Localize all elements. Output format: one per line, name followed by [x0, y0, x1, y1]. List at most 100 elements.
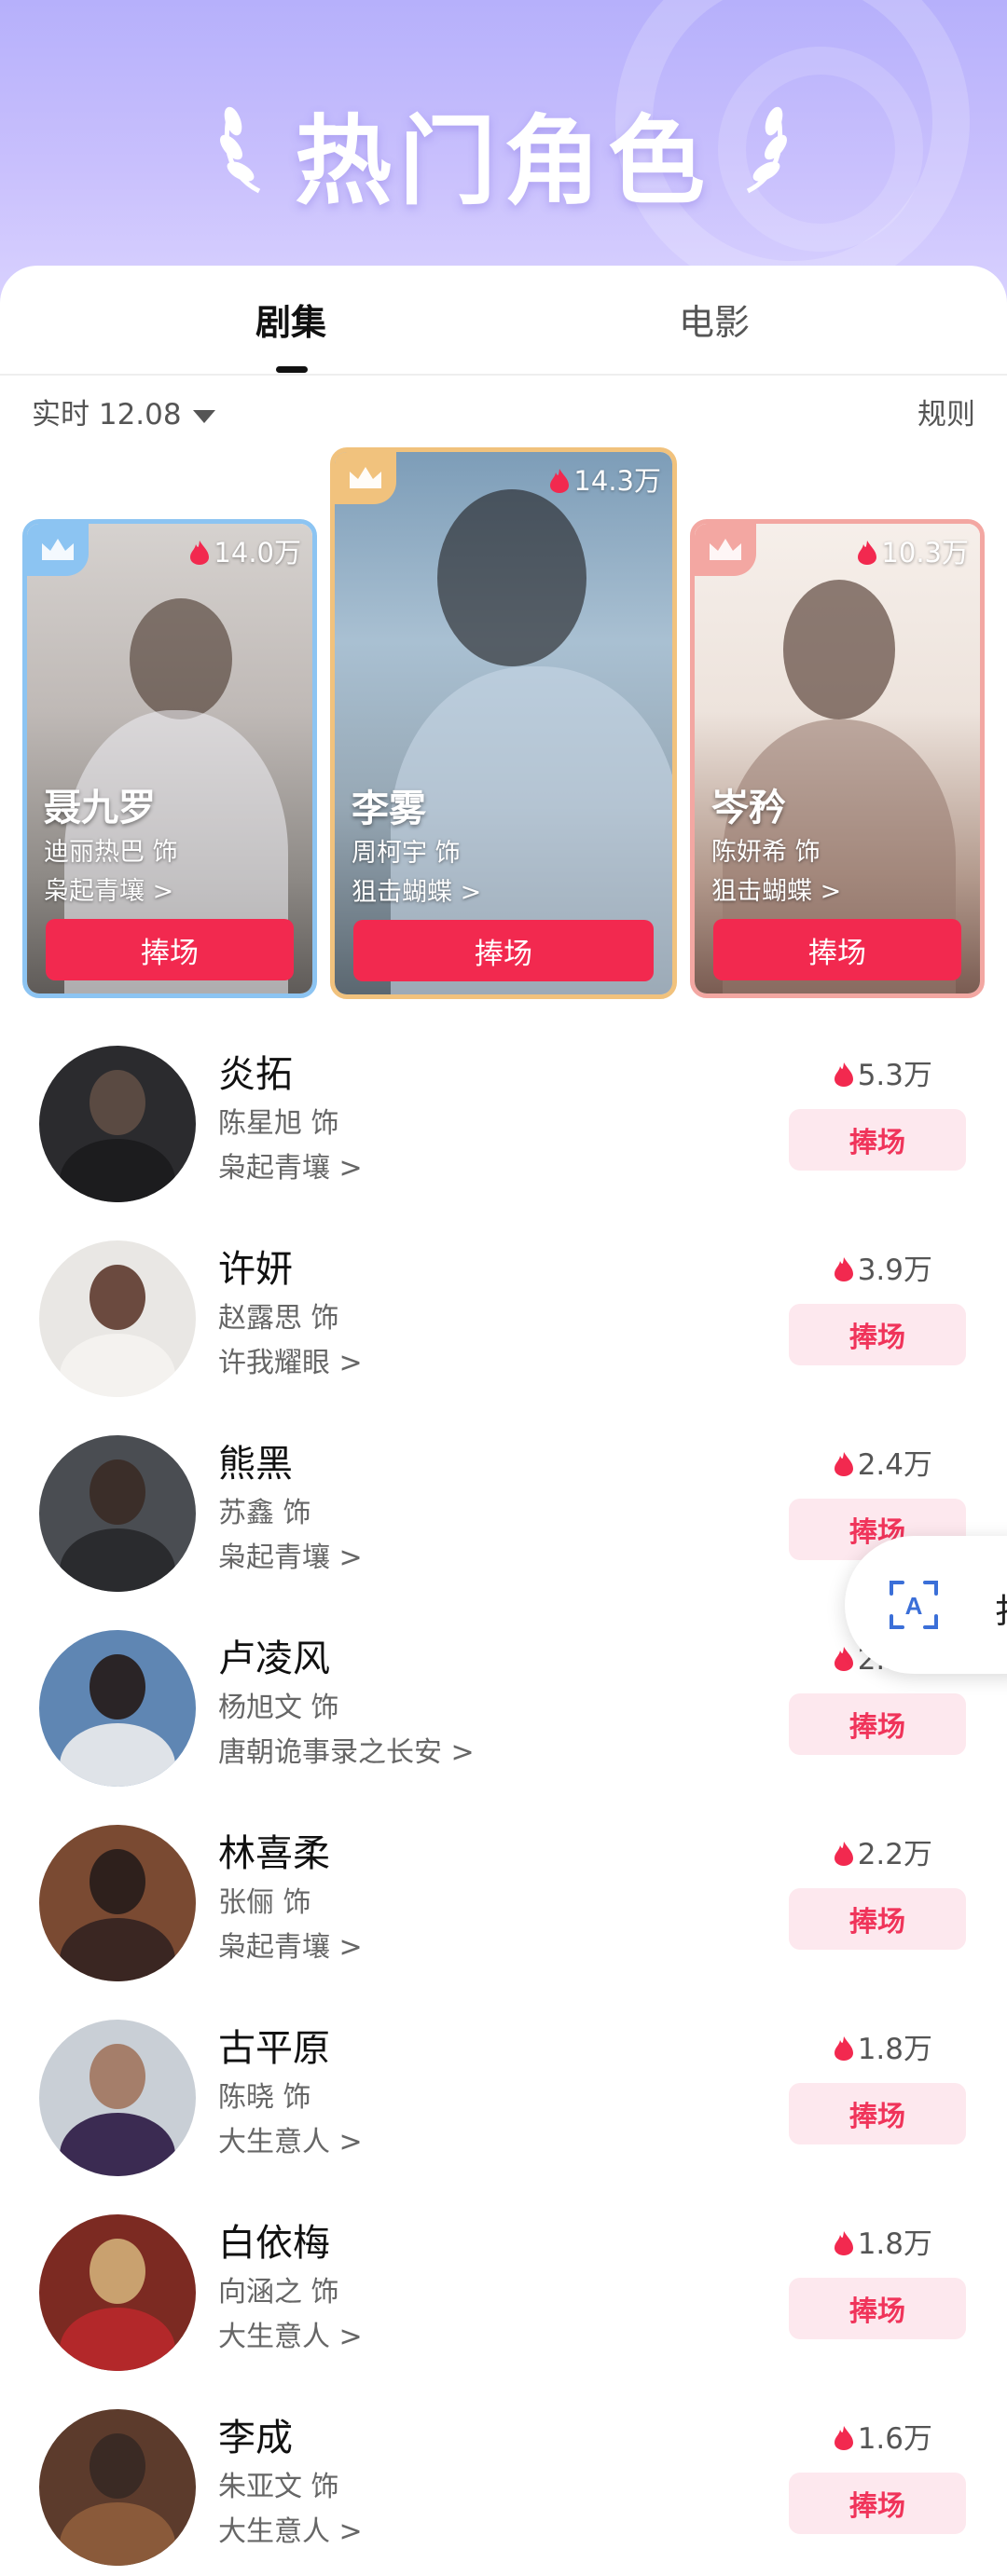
support-button[interactable]: 捧场 — [789, 2473, 966, 2534]
character-photo — [335, 452, 672, 994]
support-button[interactable]: 捧场 — [353, 920, 654, 981]
flame-icon — [834, 1647, 853, 1671]
crown-icon — [42, 539, 74, 560]
actor-name: 陈星旭 饰 — [218, 1107, 339, 1140]
character-name: 李雾 — [352, 788, 426, 830]
show-link[interactable]: 大生意人 > — [218, 2508, 363, 2549]
active-tab-indicator — [276, 366, 308, 373]
floating-translate-button[interactable]: A 扌 — [845, 1536, 1007, 1674]
actor-name: 周柯宇 饰 — [352, 839, 461, 868]
avatar — [39, 1240, 196, 1397]
heat-count: 10.3万 — [857, 531, 969, 570]
character-name: 熊黑 — [218, 1443, 293, 1486]
flame-icon — [834, 1062, 853, 1087]
character-name: 林喜柔 — [218, 1832, 330, 1875]
character-name: 炎拓 — [218, 1053, 293, 1096]
list-item[interactable]: 李成 朱亚文 饰 大生意人 > 1.6万 捧场 — [0, 2396, 1007, 2576]
character-name: 聂九罗 — [44, 787, 156, 829]
support-button[interactable]: 捧场 — [789, 2083, 966, 2144]
show-link[interactable]: 枭起青壤 > — [44, 870, 173, 907]
top-card-rank-1[interactable]: 14.3万 李雾 周柯宇 饰 狙击蝴蝶 > 捧场 — [330, 447, 677, 999]
support-button[interactable]: 捧场 — [46, 919, 294, 980]
list-item[interactable]: 炎拓 陈星旭 饰 枭起青壤 > 5.3万 捧场 — [0, 1033, 1007, 1227]
content-panel: 剧集 电影 实时 12.08 规则 14.0万 聂九罗 迪丽热巴 饰 枭起青壤 … — [0, 266, 1007, 2576]
flame-icon — [834, 2036, 853, 2061]
flame-icon — [834, 2426, 853, 2450]
list-item[interactable]: 古平原 陈晓 饰 大生意人 > 1.8万 捧场 — [0, 2007, 1007, 2201]
character-name: 李成 — [218, 2417, 293, 2460]
show-link[interactable]: 大生意人 > — [218, 2118, 363, 2159]
time-filter-label: 实时 12.08 — [32, 398, 182, 432]
crown-icon — [710, 539, 741, 560]
actor-name: 向涵之 饰 — [218, 2276, 339, 2309]
svg-text:A: A — [905, 1592, 923, 1620]
actor-name: 张俪 饰 — [218, 1886, 311, 1919]
crown-icon — [350, 467, 381, 488]
flame-icon — [834, 1842, 853, 1866]
avatar — [39, 1046, 196, 1202]
support-button[interactable]: 捧场 — [789, 2278, 966, 2339]
tab-bar: 剧集 电影 — [0, 266, 1007, 376]
heat-count: 2.4万 — [834, 1441, 932, 1483]
avatar — [39, 1825, 196, 1981]
crown-badge — [27, 524, 89, 576]
banner: 热门角色 — [0, 0, 1007, 308]
list-item[interactable]: 许妍 赵露思 饰 许我耀眼 > 3.9万 捧场 — [0, 1227, 1007, 1422]
caret-down-icon — [192, 409, 215, 423]
show-link[interactable]: 枭起青壤 > — [218, 1534, 363, 1575]
heat-count: 1.8万 — [834, 2220, 932, 2262]
top-card-rank-3[interactable]: 10.3万 岑矜 陈妍希 饰 狙击蝴蝶 > 捧场 — [690, 519, 985, 998]
list-item[interactable]: 林喜柔 张俪 饰 枭起青壤 > 2.2万 捧场 — [0, 1812, 1007, 2007]
support-button[interactable]: 捧场 — [789, 1109, 966, 1171]
character-name: 岑矜 — [711, 787, 786, 829]
avatar — [39, 1435, 196, 1592]
list-item[interactable]: 卢凌风 杨旭文 饰 唐朝诡事录之长安 > 2.3万 捧场 — [0, 1617, 1007, 1812]
tab-series[interactable]: 剧集 — [255, 294, 326, 345]
heat-count: 14.0万 — [189, 531, 301, 570]
laurel-icon — [746, 106, 787, 194]
flame-icon — [858, 541, 877, 565]
heat-count: 3.9万 — [834, 1246, 932, 1288]
show-link[interactable]: 大生意人 > — [218, 2313, 363, 2354]
actor-name: 陈晓 饰 — [218, 2081, 311, 2114]
character-name: 卢凌风 — [218, 1637, 330, 1680]
support-button[interactable]: 捧场 — [789, 1304, 966, 1365]
show-link[interactable]: 唐朝诡事录之长安 > — [218, 1729, 475, 1770]
actor-name: 陈妍希 饰 — [711, 838, 821, 867]
actor-name: 苏鑫 饰 — [218, 1497, 311, 1529]
banner-title: 热门角色 — [294, 104, 712, 218]
crown-badge — [695, 524, 756, 576]
actor-name: 朱亚文 饰 — [218, 2471, 339, 2503]
heat-count: 1.6万 — [834, 2415, 932, 2457]
heat-count: 2.2万 — [834, 1830, 932, 1872]
actor-name: 赵露思 饰 — [218, 1302, 339, 1335]
support-button[interactable]: 捧场 — [789, 1693, 966, 1755]
character-name: 古平原 — [218, 2027, 330, 2070]
flame-icon — [834, 1452, 853, 1476]
heat-count: 1.8万 — [834, 2025, 932, 2067]
heat-count: 5.3万 — [834, 1051, 932, 1093]
translate-icon: A — [890, 1581, 938, 1629]
flame-icon — [190, 541, 210, 565]
avatar — [39, 2409, 196, 2566]
show-link[interactable]: 枭起青壤 > — [218, 1144, 363, 1185]
time-filter-dropdown[interactable]: 实时 12.08 — [32, 391, 215, 432]
avatar — [39, 1630, 196, 1787]
support-button[interactable]: 捧场 — [789, 1888, 966, 1950]
flame-icon — [834, 2231, 853, 2255]
top-card-rank-2[interactable]: 14.0万 聂九罗 迪丽热巴 饰 枭起青壤 > 捧场 — [22, 519, 317, 998]
flame-icon — [550, 469, 570, 493]
show-link[interactable]: 狙击蝴蝶 > — [352, 871, 481, 908]
actor-name: 迪丽热巴 饰 — [44, 838, 178, 867]
support-button[interactable]: 捧场 — [713, 919, 961, 980]
flame-icon — [834, 1257, 853, 1281]
avatar — [39, 2020, 196, 2176]
actor-name: 杨旭文 饰 — [218, 1692, 339, 1724]
character-name: 许妍 — [218, 1248, 293, 1291]
tab-movies[interactable]: 电影 — [679, 294, 750, 345]
rules-link[interactable]: 规则 — [917, 391, 975, 432]
list-item[interactable]: 白依梅 向涵之 饰 大生意人 > 1.8万 捧场 — [0, 2201, 1007, 2396]
show-link[interactable]: 枭起青壤 > — [218, 1924, 363, 1965]
show-link[interactable]: 许我耀眼 > — [218, 1339, 363, 1380]
show-link[interactable]: 狙击蝴蝶 > — [711, 870, 841, 907]
